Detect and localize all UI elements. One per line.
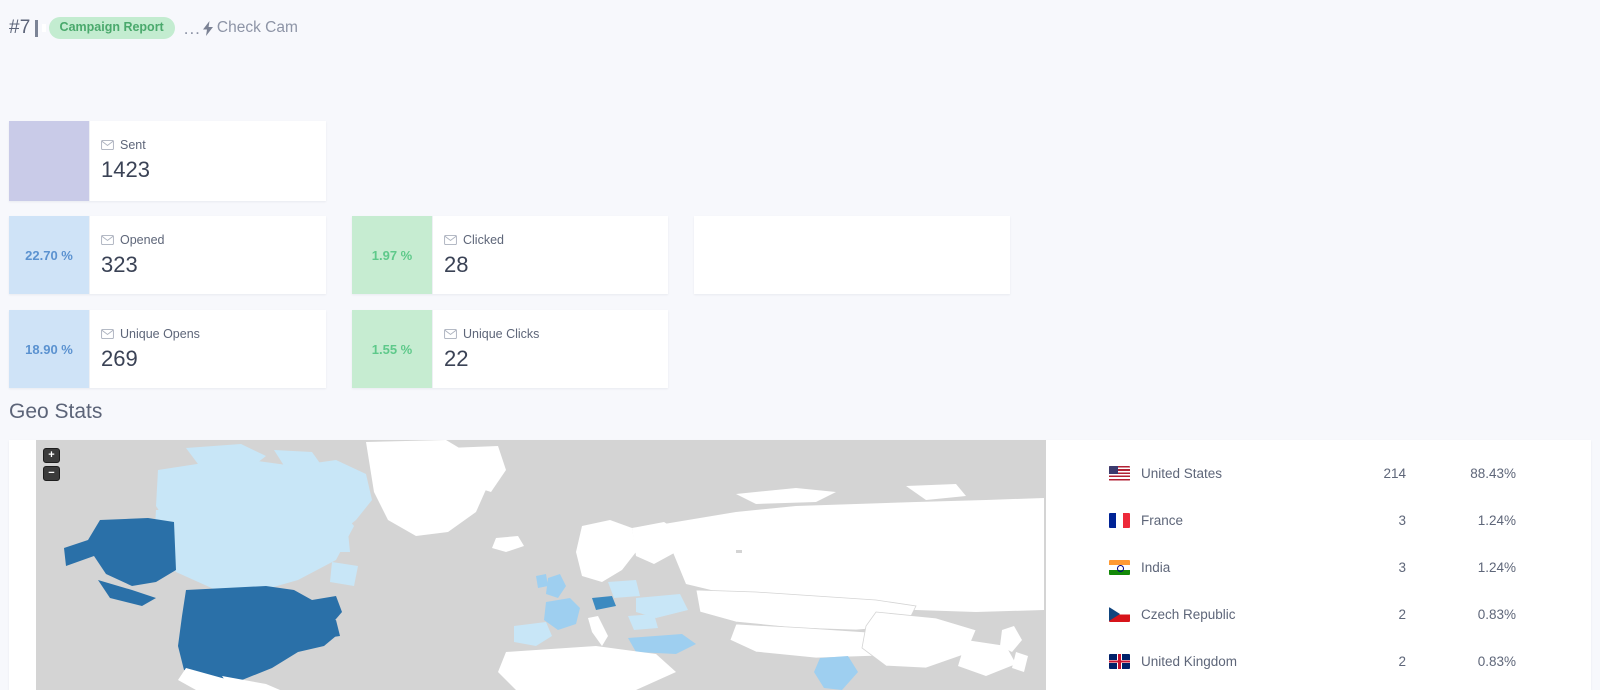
stat-percent-block: 1.97 % bbox=[352, 216, 432, 294]
status-badge: Campaign Report bbox=[48, 17, 175, 39]
stat-card-sent: Sent 1423 bbox=[9, 121, 326, 201]
geo-country-percent: 88.43% bbox=[1470, 466, 1516, 481]
geo-country-percent: 1.24% bbox=[1477, 513, 1516, 528]
list-item[interactable]: United Kingdom 2 0.83% bbox=[1046, 638, 1591, 685]
map-svg bbox=[64, 440, 1044, 690]
stat-body: Unique Clicks 22 bbox=[432, 310, 668, 388]
stat-label-row: Unique Opens bbox=[101, 327, 326, 341]
map-pane: + − bbox=[9, 440, 1046, 690]
stat-card-clicked: 1.97 % Clicked 28 bbox=[352, 216, 668, 294]
stat-body: Sent 1423 bbox=[89, 121, 326, 201]
stat-value: 323 bbox=[101, 252, 138, 277]
page-header: #7 Campaign Report ... Check Cam bbox=[0, 0, 1600, 56]
stat-label-row: Clicked bbox=[444, 233, 668, 247]
stat-label-text: Opened bbox=[120, 233, 165, 247]
geo-country-name: France bbox=[1141, 513, 1184, 528]
campaign-name-field[interactable] bbox=[41, 24, 46, 32]
stat-value: 269 bbox=[101, 346, 138, 371]
flag-icon-india bbox=[1109, 560, 1130, 575]
stat-value: 22 bbox=[444, 346, 469, 371]
envelope-icon bbox=[101, 329, 114, 339]
geo-country-count: 2 bbox=[1398, 654, 1406, 669]
map-zoom-in-button[interactable]: + bbox=[43, 448, 60, 463]
geo-country-name: Czech Republic bbox=[1141, 607, 1236, 622]
stat-label-text: Unique Opens bbox=[120, 327, 200, 341]
stat-card-unique-clicks: 1.55 % Unique Clicks 22 bbox=[352, 310, 668, 388]
stat-body: Clicked 28 bbox=[432, 216, 668, 294]
text-cursor bbox=[34, 19, 38, 37]
geo-country-list: United States 214 88.43% France 3 1.24% … bbox=[1046, 440, 1591, 690]
list-item[interactable]: United States 214 88.43% bbox=[1046, 450, 1591, 497]
geo-stats-title: Geo Stats bbox=[9, 400, 103, 423]
stat-body: Opened 323 bbox=[89, 216, 326, 294]
overflow-dots[interactable]: ... bbox=[184, 20, 201, 37]
geo-country-count: 214 bbox=[1383, 466, 1406, 481]
stat-label-text: Unique Clicks bbox=[463, 327, 540, 341]
geo-country-count: 3 bbox=[1398, 560, 1406, 575]
stat-body: Unique Opens 269 bbox=[89, 310, 326, 388]
stat-value: 28 bbox=[444, 252, 469, 277]
stat-card-opened: 22.70 % Opened 323 bbox=[9, 216, 326, 294]
stat-label-text: Sent bbox=[120, 138, 146, 152]
bolt-icon bbox=[202, 20, 215, 36]
stat-percent-block: 18.90 % bbox=[9, 310, 89, 388]
geo-country-count: 3 bbox=[1398, 513, 1406, 528]
list-item[interactable]: Czech Republic 2 0.83% bbox=[1046, 591, 1591, 638]
stat-label-row: Unique Clicks bbox=[444, 327, 668, 341]
flag-icon-czech-republic bbox=[1109, 607, 1130, 622]
geo-country-percent: 0.83% bbox=[1477, 654, 1516, 669]
stat-percent-value: 1.97 % bbox=[371, 247, 413, 263]
list-item[interactable]: India 3 1.24% bbox=[1046, 544, 1591, 591]
envelope-icon bbox=[444, 235, 457, 245]
stat-label-row: Opened bbox=[101, 233, 326, 247]
geo-country-percent: 0.83% bbox=[1477, 607, 1516, 622]
list-item[interactable]: France 3 1.24% bbox=[1046, 497, 1591, 544]
stat-label-row: Sent bbox=[101, 138, 326, 152]
world-map[interactable]: + − bbox=[36, 440, 1046, 690]
stat-card-unique-opens: 18.90 % Unique Opens 269 bbox=[9, 310, 326, 388]
flag-icon-united-kingdom bbox=[1109, 654, 1130, 669]
envelope-icon bbox=[101, 235, 114, 245]
geo-country-name: United States bbox=[1141, 466, 1223, 481]
campaign-number: #7 bbox=[9, 17, 31, 38]
envelope-icon bbox=[444, 329, 457, 339]
flag-icon-france bbox=[1109, 513, 1130, 528]
geo-country-count: 2 bbox=[1398, 607, 1406, 622]
stat-value: 1423 bbox=[101, 157, 150, 182]
stat-percent-block: 22.70 % bbox=[9, 216, 89, 294]
empty-stat-card bbox=[694, 216, 1010, 294]
geo-country-name: United Kingdom bbox=[1141, 654, 1238, 669]
flag-icon-united-states bbox=[1109, 466, 1130, 481]
stat-percent-block bbox=[9, 121, 89, 201]
geo-stats-panel: + − United States 214 88.43% France 3 1.… bbox=[9, 440, 1591, 690]
stat-percent-block: 1.55 % bbox=[352, 310, 432, 388]
stat-percent-value: 18.90 % bbox=[25, 341, 73, 357]
stat-percent-value: 1.55 % bbox=[371, 341, 413, 357]
header-truncated-text: Check Cam bbox=[216, 19, 298, 36]
geo-country-percent: 1.24% bbox=[1477, 560, 1516, 575]
stat-percent-value: 22.70 % bbox=[25, 247, 73, 263]
map-zoom-out-button[interactable]: − bbox=[43, 466, 60, 481]
stat-label-text: Clicked bbox=[463, 233, 504, 247]
envelope-icon bbox=[101, 140, 114, 150]
geo-country-name: India bbox=[1141, 560, 1171, 575]
